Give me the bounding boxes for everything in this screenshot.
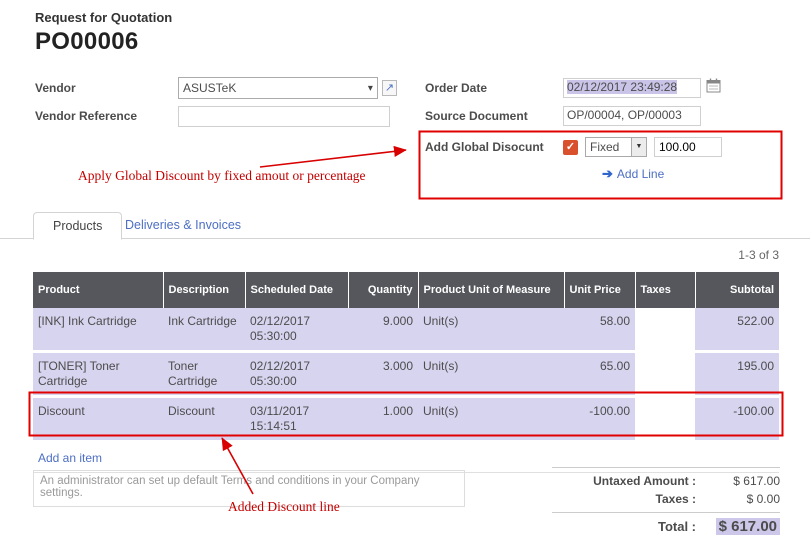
order-date-value: 02/12/2017 23:49:28 (567, 80, 677, 94)
form-right-column: Order Date 02/12/2017 23:49:28 S (425, 76, 783, 185)
calendar-icon[interactable] (706, 78, 721, 98)
taxes-row: Taxes : $ 0.00 (552, 490, 780, 508)
external-link-icon[interactable]: ↗ (382, 80, 397, 96)
order-lines-table: Product Description Scheduled Date Quant… (33, 272, 779, 473)
cell-product: Discount (33, 397, 163, 442)
tab-products[interactable]: Products (33, 212, 122, 240)
taxes-label: Taxes : (656, 492, 696, 506)
chevron-down-icon[interactable]: ▾ (368, 83, 373, 94)
cell-taxes (635, 397, 695, 442)
global-discount-label: Add Global Disocunt (425, 140, 563, 154)
add-line-link[interactable]: ➔ Add Line (602, 166, 664, 182)
source-document-value: OP/00004, OP/00003 (567, 108, 682, 122)
document-header: Request for Quotation PO00006 (35, 10, 172, 56)
page-title: PO00006 (35, 28, 172, 56)
untaxed-amount-value: $ 617.00 (696, 474, 780, 488)
vendor-label: Vendor (35, 81, 178, 95)
column-header-scheduled-date[interactable]: Scheduled Date (245, 272, 348, 308)
order-date-label: Order Date (425, 81, 563, 95)
table-header-row: Product Description Scheduled Date Quant… (33, 272, 779, 308)
vendor-reference-field-row: Vendor Reference (35, 104, 397, 128)
discount-type-value: Fixed (586, 140, 631, 154)
column-header-subtotal[interactable]: Subtotal (695, 272, 779, 308)
column-header-uom[interactable]: Product Unit of Measure (418, 272, 564, 308)
table-row-ink-cartridge[interactable]: [INK] Ink Cartridge Ink Cartridge 02/12/… (33, 308, 779, 352)
cell-description: Toner Cartridge (163, 352, 245, 397)
tab-deliveries-invoices[interactable]: Deliveries & Invoices (125, 212, 241, 238)
cell-unit-price: 58.00 (564, 308, 635, 352)
total-value: $ 617.00 (696, 518, 780, 535)
column-header-taxes[interactable]: Taxes (635, 272, 695, 308)
source-document-label: Source Document (425, 109, 563, 123)
check-icon: ✓ (566, 141, 575, 153)
cell-quantity: 3.000 (348, 352, 418, 397)
column-header-unit-price[interactable]: Unit Price (564, 272, 635, 308)
cell-uom: Unit(s) (418, 397, 564, 442)
cell-scheduled-date: 02/12/2017 05:30:00 (245, 308, 348, 352)
vendor-reference-input[interactable] (178, 106, 390, 127)
cell-uom: Unit(s) (418, 352, 564, 397)
order-date-input[interactable]: 02/12/2017 23:49:28 (563, 78, 701, 98)
cell-scheduled-date: 02/12/2017 05:30:00 (245, 352, 348, 397)
cell-subtotal: 195.00 (695, 352, 779, 397)
vendor-select[interactable]: ASUSTeK ▾ (178, 77, 378, 99)
vendor-field-row: Vendor ASUSTeK ▾ ↗ (35, 76, 397, 100)
order-date-field-row: Order Date 02/12/2017 23:49:28 (425, 76, 783, 100)
terms-notes-box[interactable]: An administrator can set up default Term… (33, 470, 465, 507)
form-left-column: Vendor ASUSTeK ▾ ↗ Vendor Reference (35, 76, 397, 132)
vendor-value: ASUSTeK (183, 81, 368, 95)
total-row: Total : $ 617.00 (552, 512, 780, 537)
cell-taxes (635, 352, 695, 397)
column-header-description[interactable]: Description (163, 272, 245, 308)
document-type-label: Request for Quotation (35, 10, 172, 25)
cell-scheduled-date: 03/11/2017 15:14:51 (245, 397, 348, 442)
table-row-discount[interactable]: Discount Discount 03/11/2017 15:14:51 1.… (33, 397, 779, 442)
totals-panel: Untaxed Amount : $ 617.00 Taxes : $ 0.00… (552, 467, 780, 537)
source-document-field-row: Source Document OP/00004, OP/00003 (425, 104, 783, 128)
cell-quantity: 1.000 (348, 397, 418, 442)
chevron-down-icon[interactable]: ▼ (631, 138, 646, 156)
cell-description: Ink Cartridge (163, 308, 245, 352)
add-line-row: ➔ Add Line (602, 163, 783, 185)
cell-product: [TONER] Toner Cartridge (33, 352, 163, 397)
cell-quantity: 9.000 (348, 308, 418, 352)
cell-taxes (635, 308, 695, 352)
add-item-link[interactable]: Add an item (38, 451, 102, 465)
discount-amount-input[interactable] (654, 137, 722, 157)
cell-description: Discount (163, 397, 245, 442)
cell-uom: Unit(s) (418, 308, 564, 352)
column-header-product[interactable]: Product (33, 272, 163, 308)
pager: 1-3 of 3 (738, 248, 779, 262)
rfq-form-screen: Request for Quotation PO00006 Vendor ASU… (0, 0, 810, 546)
untaxed-amount-row: Untaxed Amount : $ 617.00 (552, 472, 780, 490)
cell-subtotal: -100.00 (695, 397, 779, 442)
vendor-reference-label: Vendor Reference (35, 109, 178, 123)
total-label: Total : (658, 519, 696, 534)
global-discount-checkbox[interactable]: ✓ (563, 140, 578, 155)
cell-subtotal: 522.00 (695, 308, 779, 352)
discount-type-select[interactable]: Fixed ▼ (585, 137, 647, 157)
notebook-tabs: Products Deliveries & Invoices (0, 210, 810, 239)
cell-unit-price: -100.00 (564, 397, 635, 442)
cell-product: [INK] Ink Cartridge (33, 308, 163, 352)
untaxed-amount-label: Untaxed Amount : (593, 474, 696, 488)
table-row-toner-cartridge[interactable]: [TONER] Toner Cartridge Toner Cartridge … (33, 352, 779, 397)
cell-unit-price: 65.00 (564, 352, 635, 397)
add-line-label: Add Line (617, 167, 664, 181)
form-fields: Vendor ASUSTeK ▾ ↗ Vendor Reference Orde… (35, 76, 783, 204)
add-line-arrow-icon: ➔ (602, 166, 613, 181)
terms-placeholder-text: An administrator can set up default Term… (40, 475, 420, 499)
global-discount-field-row: Add Global Disocunt ✓ Fixed ▼ (425, 135, 783, 159)
taxes-value: $ 0.00 (696, 492, 780, 506)
column-header-quantity[interactable]: Quantity (348, 272, 418, 308)
source-document-input[interactable]: OP/00004, OP/00003 (563, 106, 701, 126)
